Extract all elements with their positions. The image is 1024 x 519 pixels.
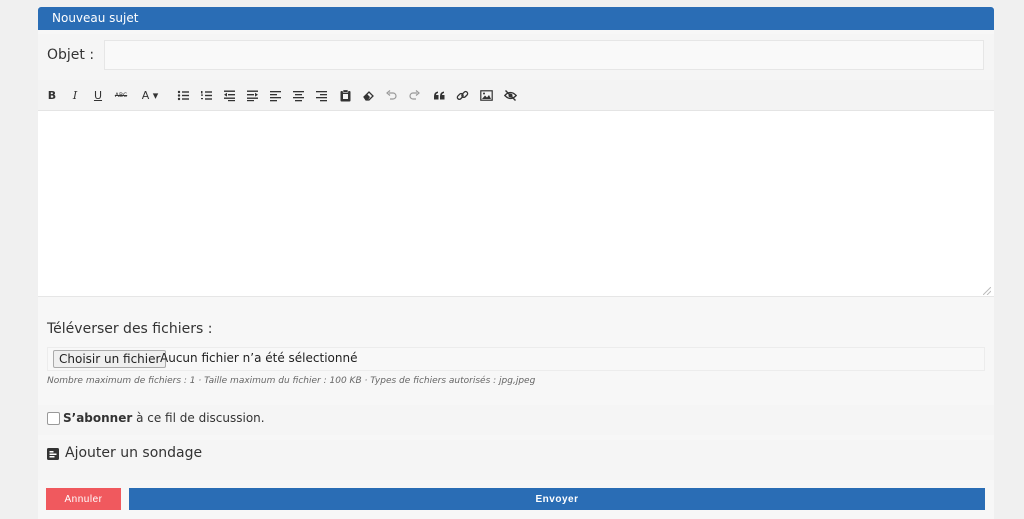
subscribe-row: S’abonner à ce fil de discussion. — [38, 405, 994, 435]
subscribe-checkbox[interactable] — [47, 412, 60, 425]
send-button[interactable]: Envoyer — [129, 488, 985, 510]
message-editor[interactable] — [38, 111, 994, 296]
editor-toolbar: B I U ABC A ▾ — [38, 80, 994, 111]
hide-icon[interactable] — [502, 87, 518, 103]
new-topic-panel: Nouveau sujet Objet : B I U ABC A ▾ Télé… — [38, 7, 994, 519]
choose-file-button[interactable]: Choisir un fichier — [53, 350, 167, 368]
subscribe-label[interactable]: S’abonner à ce fil de discussion. — [63, 411, 265, 425]
numbered-list-icon[interactable] — [198, 87, 214, 103]
cancel-button[interactable]: Annuler — [46, 488, 121, 510]
font-color-button[interactable]: A ▾ — [136, 87, 164, 103]
strikethrough-button[interactable]: ABC — [113, 87, 129, 103]
align-center-icon[interactable] — [290, 87, 306, 103]
italic-button[interactable]: I — [67, 87, 83, 103]
quote-icon[interactable] — [431, 87, 447, 103]
subscribe-label-rest: à ce fil de discussion. — [132, 411, 265, 425]
subscribe-label-bold: S’abonner — [63, 411, 133, 425]
align-right-icon[interactable] — [313, 87, 329, 103]
poll-icon — [47, 448, 59, 460]
resize-handle-icon[interactable] — [983, 287, 991, 295]
upload-title: Téléverser des fichiers : — [47, 321, 213, 337]
bold-button[interactable]: B — [44, 87, 60, 103]
add-poll-label: Ajouter un sondage — [65, 445, 203, 461]
panel-header: Nouveau sujet — [38, 7, 994, 30]
outdent-icon[interactable] — [221, 87, 237, 103]
file-status: Aucun fichier n’a été sélectionné — [160, 351, 358, 365]
image-icon[interactable] — [478, 87, 494, 103]
poll-row[interactable]: Ajouter un sondage — [38, 440, 994, 480]
panel-title: Nouveau sujet — [52, 11, 139, 25]
paste-icon[interactable] — [337, 87, 353, 103]
underline-button[interactable]: U — [90, 87, 106, 103]
redo-icon[interactable] — [406, 87, 422, 103]
file-input-row: Choisir un fichier Aucun fichier n’a été… — [47, 347, 985, 371]
subject-row: Objet : — [38, 34, 994, 80]
editor-bottom-divider — [38, 296, 994, 297]
subject-input[interactable] — [104, 40, 984, 70]
bullet-list-icon[interactable] — [175, 87, 191, 103]
subject-label: Objet : — [47, 47, 95, 63]
indent-icon[interactable] — [244, 87, 260, 103]
align-left-icon[interactable] — [267, 87, 283, 103]
eraser-icon[interactable] — [360, 87, 376, 103]
link-icon[interactable] — [454, 87, 470, 103]
undo-icon[interactable] — [383, 87, 399, 103]
upload-hint: Nombre maximum de fichiers : 1 · Taille … — [47, 376, 536, 386]
